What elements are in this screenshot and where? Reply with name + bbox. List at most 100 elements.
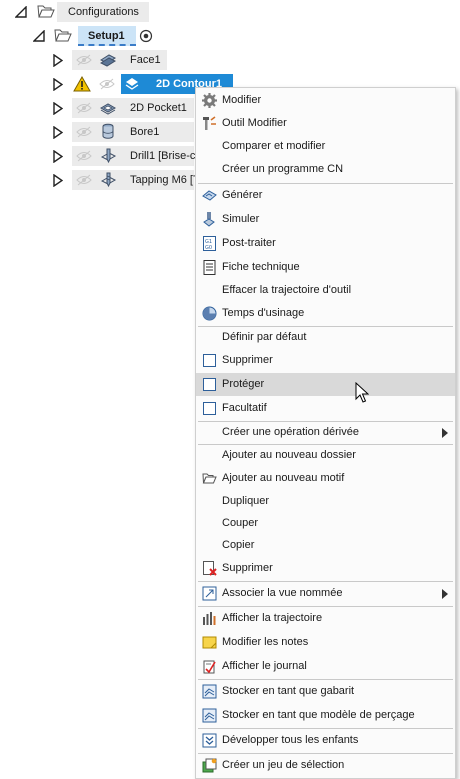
menu-item-label: Simuler bbox=[222, 213, 260, 225]
menu-item-label: Supprimer bbox=[222, 562, 273, 574]
expand-triangle-icon[interactable] bbox=[53, 150, 63, 163]
menu-item-label: Associer la vue nommée bbox=[222, 587, 343, 599]
menu-item-fiche-technique[interactable]: Fiche technique bbox=[196, 256, 455, 279]
post-process-icon: G1 G0 bbox=[203, 236, 216, 251]
operation-label[interactable]: Face1 bbox=[130, 54, 161, 66]
visibility-eye-icon[interactable] bbox=[99, 77, 115, 91]
menu-item-dupliquer[interactable]: Dupliquer bbox=[196, 490, 455, 513]
menu-item-nouveau-motif[interactable]: Ajouter au nouveau motif bbox=[196, 467, 455, 490]
menu-item-creer-programme[interactable]: Créer un programme CN bbox=[196, 158, 455, 181]
checkbox-icon[interactable] bbox=[203, 378, 216, 391]
operation-label[interactable]: Tapping M6 [T bbox=[130, 174, 200, 186]
menu-item-effacer-trajectoire[interactable]: Effacer la trajectoire d'outil bbox=[196, 279, 455, 302]
named-view-icon bbox=[202, 586, 217, 601]
menu-item-label: Créer une opération dérivée bbox=[222, 426, 359, 438]
tapping-operation-icon bbox=[100, 172, 117, 188]
folder-open-icon bbox=[37, 5, 55, 18]
menu-item-label: Afficher la trajectoire bbox=[222, 612, 323, 624]
folder-pattern-icon bbox=[202, 473, 217, 484]
expand-triangle-icon[interactable] bbox=[53, 174, 63, 187]
menu-item-label: Modifier bbox=[222, 94, 262, 106]
menu-item-label: Post-traiter bbox=[222, 237, 276, 249]
menu-item-label: Copier bbox=[222, 539, 255, 551]
menu-item-afficher-trajectoire[interactable]: Afficher la trajectoire bbox=[196, 607, 455, 630]
menu-item-operation-derivee[interactable]: Créer une opération dérivée bbox=[196, 421, 455, 444]
menu-item-copier[interactable]: Copier bbox=[196, 534, 455, 557]
menu-item-label: Supprimer bbox=[222, 354, 273, 366]
menu-item-label: Ajouter au nouveau motif bbox=[222, 472, 345, 484]
drilling-template-icon bbox=[202, 708, 217, 723]
visibility-eye-icon[interactable] bbox=[76, 101, 92, 115]
menu-item-proteger[interactable]: Protéger bbox=[196, 373, 455, 396]
menu-item-afficher-journal[interactable]: Afficher le journal bbox=[196, 655, 455, 678]
menu-item-label: Dupliquer bbox=[222, 495, 270, 507]
checkbox-icon[interactable] bbox=[203, 402, 216, 415]
menu-item-label: Créer un programme CN bbox=[222, 163, 344, 175]
operation-label[interactable]: Drill1 [Brise-co bbox=[130, 150, 202, 162]
menu-item-supprimer-check[interactable]: Supprimer bbox=[196, 349, 455, 372]
operation-label[interactable]: Bore1 bbox=[130, 126, 159, 138]
menu-item-label: Temps d'usinage bbox=[222, 307, 305, 319]
menu-item-label: Générer bbox=[222, 189, 263, 201]
tool-edit-icon bbox=[203, 116, 216, 130]
menu-item-label: Ajouter au nouveau dossier bbox=[222, 449, 356, 461]
active-target-icon[interactable] bbox=[139, 29, 153, 43]
expand-triangle-icon[interactable] bbox=[53, 78, 63, 91]
collapse-triangle-icon[interactable] bbox=[33, 30, 45, 42]
configurations-label[interactable]: Configurations bbox=[68, 6, 139, 18]
expand-triangle-icon[interactable] bbox=[53, 126, 63, 139]
menu-item-label: Protéger bbox=[222, 378, 265, 390]
menu-item-stocker-gabarit[interactable]: Stocker en tant que gabarit bbox=[196, 680, 455, 703]
menu-item-facultatif[interactable]: Facultatif bbox=[196, 397, 455, 420]
menu-item-outil-modifier[interactable]: Outil Modifier bbox=[196, 112, 455, 135]
menu-item-nouveau-dossier[interactable]: Ajouter au nouveau dossier bbox=[196, 444, 455, 467]
menu-item-label: Facultatif bbox=[222, 402, 267, 414]
menu-item-generer[interactable]: Générer bbox=[196, 184, 455, 207]
menu-item-label: Afficher le journal bbox=[222, 660, 307, 672]
menu-item-definir-defaut[interactable]: Définir par défaut bbox=[196, 326, 455, 349]
menu-item-label: Comparer et modifier bbox=[222, 140, 326, 152]
menu-item-associer-vue[interactable]: Associer la vue nommée bbox=[196, 582, 455, 605]
expand-triangle-icon[interactable] bbox=[53, 102, 63, 115]
menu-item-label: Fiche technique bbox=[222, 261, 300, 273]
menu-item-label: Développer tous les enfants bbox=[222, 734, 359, 746]
collapse-triangle-icon[interactable] bbox=[15, 6, 27, 18]
menu-item-temps-usinage[interactable]: Temps d'usinage bbox=[196, 302, 455, 325]
menu-item-couper[interactable]: Couper bbox=[196, 512, 455, 535]
menu-item-label: Modifier les notes bbox=[222, 636, 309, 648]
visibility-eye-icon[interactable] bbox=[76, 125, 92, 139]
menu-item-modifier-notes[interactable]: Modifier les notes bbox=[196, 631, 455, 654]
menu-item-label: Couper bbox=[222, 517, 259, 529]
menu-item-comparer-modifier[interactable]: Comparer et modifier bbox=[196, 135, 455, 158]
menu-item-label: Stocker en tant que modèle de perçage bbox=[222, 709, 415, 721]
menu-item-label: Effacer la trajectoire d'outil bbox=[222, 284, 352, 296]
expand-triangle-icon[interactable] bbox=[53, 54, 63, 67]
visibility-eye-icon[interactable] bbox=[76, 173, 92, 187]
delete-icon bbox=[203, 561, 217, 576]
face-operation-icon bbox=[99, 54, 117, 67]
submenu-arrow-icon bbox=[442, 589, 448, 599]
visibility-eye-icon[interactable] bbox=[76, 149, 92, 163]
mouse-cursor-icon bbox=[355, 382, 369, 403]
gear-icon bbox=[202, 93, 217, 108]
menu-item-supprimer[interactable]: Supprimer bbox=[196, 557, 455, 580]
checkbox-icon[interactable] bbox=[203, 354, 216, 367]
template-icon bbox=[202, 684, 217, 699]
menu-item-jeu-selection[interactable]: Créer un jeu de sélection bbox=[196, 754, 455, 777]
menu-item-simuler[interactable]: Simuler bbox=[196, 208, 455, 231]
menu-item-developper-enfants[interactable]: Développer tous les enfants bbox=[196, 729, 455, 752]
notes-icon bbox=[202, 636, 217, 649]
contour-operation-icon bbox=[125, 78, 139, 90]
menu-item-modifier[interactable]: Modifier bbox=[196, 89, 455, 112]
menu-item-stocker-modele-percage[interactable]: Stocker en tant que modèle de perçage bbox=[196, 704, 455, 727]
simulate-icon bbox=[203, 212, 215, 227]
expand-all-icon bbox=[202, 733, 217, 748]
operation-label[interactable]: 2D Pocket1 bbox=[130, 102, 187, 114]
setup-label[interactable]: Setup1 bbox=[88, 30, 125, 42]
warning-icon bbox=[73, 76, 91, 92]
submenu-arrow-icon bbox=[442, 428, 448, 438]
log-icon bbox=[203, 660, 216, 674]
pocket-operation-icon bbox=[99, 103, 117, 115]
menu-item-post-traiter[interactable]: G1 G0 Post-traiter bbox=[196, 232, 455, 255]
visibility-eye-icon[interactable] bbox=[76, 53, 92, 67]
